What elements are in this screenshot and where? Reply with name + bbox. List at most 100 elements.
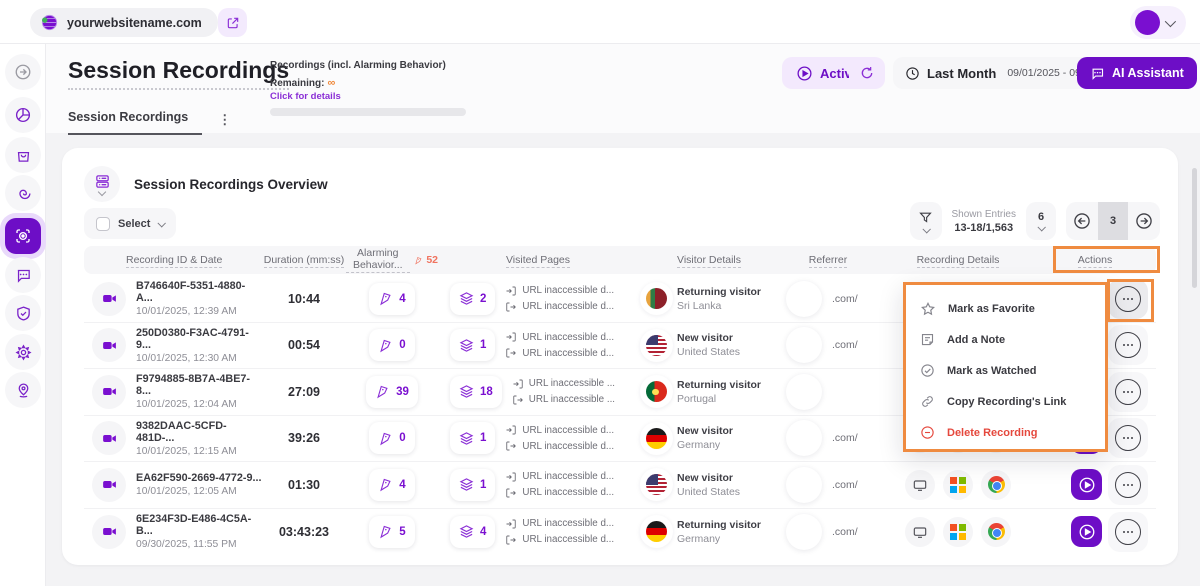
video-camera-icon: [92, 515, 126, 549]
select-checkbox[interactable]: [96, 217, 110, 231]
visitor-type: Returning visitor: [677, 379, 761, 391]
chrome-browser-icon: [981, 517, 1011, 547]
col-actions[interactable]: Actions: [1040, 254, 1150, 266]
table-row[interactable]: 6E234F3D-E486-4C5A-B... 09/30/2025, 11:5…: [84, 509, 1156, 556]
menu-item-add-note[interactable]: Add a Note: [906, 324, 1105, 355]
col-duration[interactable]: Duration (mm:ss): [262, 254, 346, 266]
flag-icon: [378, 338, 393, 353]
overview-collapse-toggle[interactable]: [84, 166, 120, 202]
refresh-button[interactable]: [849, 57, 885, 89]
chat-bubble-icon: [15, 267, 32, 284]
sidebar-item-session-recordings[interactable]: [5, 218, 41, 254]
entry-url: URL inaccessible d...: [505, 471, 614, 483]
video-camera-icon: [92, 468, 126, 502]
menu-item-mark-favorite[interactable]: Mark as Favorite: [906, 293, 1105, 324]
col-visited-pages[interactable]: Visited Pages: [438, 254, 638, 266]
record-icon: [14, 227, 32, 245]
tab-session-recordings[interactable]: Session Recordings: [68, 104, 202, 135]
col-visitor-details[interactable]: Visitor Details: [638, 254, 780, 266]
sidebar-item-collapse[interactable]: [5, 54, 41, 90]
visitor-country: Sri Lanka: [677, 300, 761, 312]
sidebar-item-settings[interactable]: [5, 334, 41, 370]
globe-icon: [40, 13, 59, 32]
sidebar-item-feedback[interactable]: [5, 257, 41, 293]
referrer-favicon: [786, 374, 822, 410]
row-actions-button[interactable]: [1115, 472, 1141, 498]
exit-url: URL inaccessible d...: [505, 534, 614, 546]
sidebar-item-analytics[interactable]: [5, 97, 41, 133]
page-exit-icon: [512, 394, 524, 406]
account-menu[interactable]: [1130, 6, 1186, 39]
menu-item-copy-link[interactable]: Copy Recording's Link: [906, 386, 1105, 417]
visitor-country: United States: [677, 346, 740, 358]
pie-chart-icon: [14, 106, 32, 124]
referrer-favicon: [786, 281, 822, 317]
site-selector[interactable]: yourwebsitename.com: [30, 8, 218, 37]
exit-url: URL inaccessible ...: [512, 394, 615, 406]
row-actions-button[interactable]: [1115, 379, 1141, 405]
tab-options-icon[interactable]: ⋮: [218, 112, 231, 128]
sidebar-item-trends[interactable]: [5, 175, 41, 211]
referrer-url: .com/: [832, 339, 858, 351]
row-actions-button[interactable]: [1115, 286, 1141, 312]
alarming-behavior-chip[interactable]: 4: [369, 283, 414, 315]
row-actions-button[interactable]: [1115, 425, 1141, 451]
remaining-progress-bar: [270, 108, 466, 116]
video-camera-icon: [92, 375, 126, 409]
alarming-behavior-chip[interactable]: 39: [366, 376, 418, 408]
alarming-behavior-chip[interactable]: 5: [369, 516, 414, 548]
play-recording-button[interactable]: [1071, 469, 1102, 500]
flag-icon: [375, 384, 390, 399]
video-camera-icon: [92, 328, 126, 362]
sidebar-item-conversions[interactable]: [5, 137, 41, 173]
next-page-button[interactable]: [1128, 202, 1160, 240]
page-enter-icon: [505, 518, 517, 530]
col-alarming-behavior[interactable]: Alarming Behavior...52: [346, 247, 438, 273]
open-site-button[interactable]: [218, 8, 247, 37]
visitor-type: Returning visitor: [677, 286, 761, 298]
filter-button[interactable]: [910, 202, 942, 240]
desktop-device-icon: [905, 470, 935, 500]
sidebar-item-geolocation[interactable]: [5, 372, 41, 408]
table-row[interactable]: EA62F590-2669-4772-9... 10/01/2025, 12:0…: [84, 462, 1156, 509]
alarming-behavior-chip[interactable]: 0: [369, 422, 414, 454]
recording-id: 9382DAAC-5CFD-481D-...: [136, 420, 262, 444]
chevron-down-icon: [922, 225, 930, 233]
visited-pages-chip[interactable]: 1: [450, 422, 495, 454]
row-actions-button[interactable]: [1115, 332, 1141, 358]
entry-url: URL inaccessible d...: [505, 331, 614, 343]
visited-pages-chip[interactable]: 1: [450, 329, 495, 361]
visited-pages-chip[interactable]: 2: [450, 283, 495, 315]
referrer-url: .com/: [832, 526, 858, 538]
col-referrer[interactable]: Referrer: [780, 254, 876, 266]
play-recording-button[interactable]: [1071, 516, 1102, 547]
entry-url: URL inaccessible d...: [505, 518, 614, 530]
menu-item-delete-recording[interactable]: Delete Recording: [906, 417, 1105, 448]
visited-pages-chip[interactable]: 1: [450, 469, 495, 501]
flag-icon: [378, 431, 393, 446]
layers-icon: [459, 524, 474, 539]
prev-page-button[interactable]: [1066, 202, 1098, 240]
select-dropdown[interactable]: Select: [84, 208, 176, 239]
row-actions-button[interactable]: [1115, 519, 1141, 545]
referrer-favicon: [786, 514, 822, 550]
infinity-value: ∞: [327, 77, 335, 89]
page-enter-icon: [505, 331, 517, 343]
page-size-dropdown[interactable]: 6: [1026, 202, 1056, 240]
alarming-behavior-chip[interactable]: 4: [369, 469, 414, 501]
page-scrollbar[interactable]: [1192, 168, 1197, 288]
col-recording-details[interactable]: Recording Details: [876, 254, 1040, 266]
entry-url: URL inaccessible ...: [512, 378, 615, 390]
external-link-icon: [226, 16, 240, 30]
avatar: [1135, 10, 1160, 35]
ai-assistant-button[interactable]: AI Assistant: [1077, 57, 1197, 89]
alarming-behavior-chip[interactable]: 0: [369, 329, 414, 361]
col-recording-id[interactable]: Recording ID & Date: [84, 254, 262, 266]
visited-pages-chip[interactable]: 4: [450, 516, 495, 548]
details-link[interactable]: Click for details: [270, 91, 470, 102]
visited-pages-chip[interactable]: 18: [450, 376, 502, 408]
visitor-country: United States: [677, 486, 740, 498]
menu-item-mark-watched[interactable]: Mark as Watched: [906, 355, 1105, 386]
link-icon: [920, 394, 935, 409]
sidebar-item-privacy[interactable]: [5, 295, 41, 331]
